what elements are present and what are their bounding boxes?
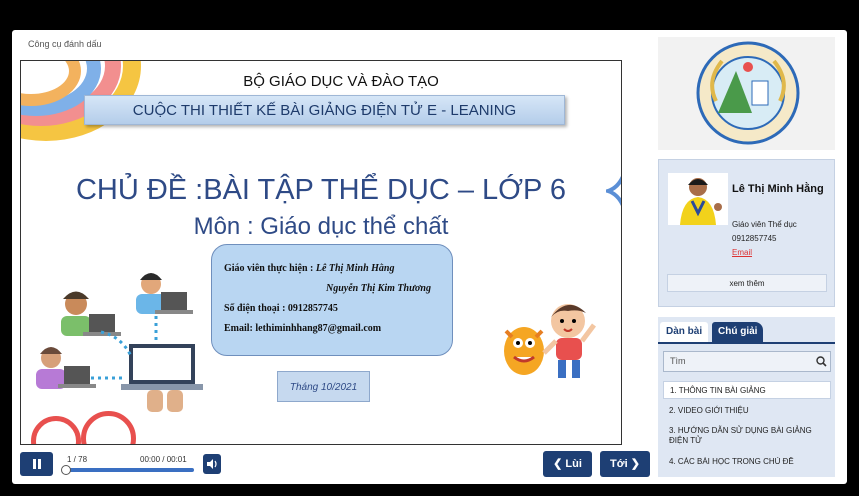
volume-button[interactable] [203, 454, 221, 474]
chevron-right-icon: ❯ [627, 458, 640, 470]
presenter-role: Giáo viên Thể dục [732, 220, 797, 229]
teacher-info-box: Giáo viên thực hiện : Lê Thị Minh Hằng N… [211, 244, 453, 356]
teacher-name-2: Nguyễn Thị Kim Thương [326, 283, 431, 294]
slide-counter: 1 / 78 [67, 455, 88, 464]
child-exercising-icon [542, 304, 596, 378]
time-display: 00:00 / 00:01 [140, 455, 187, 464]
sidebar: Lê Thị Minh Hằng Giáo viên Thể dục 09128… [658, 37, 835, 477]
decorative-arc [81, 411, 136, 444]
outline-panel: Dàn bài Chú giải Tìm 1. THÔNG TIN BÀI GI… [658, 317, 835, 477]
slide-canvas: BỘ GIÁO DỤC VÀ ĐÀO TẠO CUỘC THI THIẾT KẾ… [20, 60, 622, 445]
search-input[interactable]: Tìm [663, 351, 831, 372]
markup-tools-label[interactable]: Công cụ đánh dấu [28, 39, 102, 49]
next-button[interactable]: Tới ❯ [600, 451, 650, 477]
presenter-card: Lê Thị Minh Hằng Giáo viên Thể dục 09128… [658, 159, 835, 307]
phone-line: Số điện thoại : 0912857745 [224, 303, 338, 314]
online-learning-illustration [36, 273, 203, 412]
outline-item[interactable]: 3. HƯỚNG DẪN SỬ DỤNG BÀI GIẢNG ĐIỆN TỬ [663, 426, 813, 446]
subject-title: Môn : Giáo dục thể chất [193, 213, 449, 240]
slide-heading: BỘ GIÁO DỤC VÀ ĐÀO TẠO [243, 73, 439, 90]
prev-label: Lùi [565, 458, 582, 470]
player-controls: 1 / 78 00:00 / 00:01 ❮ Lùi Tới ❯ [20, 450, 650, 480]
progress-handle[interactable] [61, 465, 71, 475]
presenter-name: Lê Thị Minh Hằng [732, 183, 824, 195]
tab-divider [658, 342, 835, 344]
progress-track[interactable] [61, 465, 194, 475]
date-label: Tháng 10/2021 [277, 371, 370, 402]
monster-icon [504, 327, 544, 375]
teacher-name: Lê Thị Minh Hằng [315, 263, 395, 274]
cartoon-characters-illustration [504, 304, 596, 378]
presenter-phone: 0912857745 [732, 234, 777, 243]
player-window: Công cụ đánh dấu BỘ GIÁO DỤC VÀ ĐÀO TẠO … [12, 30, 847, 484]
outline-item[interactable]: 4. CÁC BÀI HỌC TRONG CHỦ ĐỀ [663, 457, 831, 467]
chevron-left-icon: ❮ [553, 458, 566, 470]
teacher-label: Giáo viên thực hiện : [224, 263, 316, 274]
search-icon[interactable] [816, 356, 827, 367]
school-logo-panel [658, 37, 835, 150]
speaker-icon [207, 459, 217, 469]
person-icon [61, 291, 121, 336]
tab-glossary[interactable]: Chú giải [712, 322, 764, 342]
pause-icon [32, 459, 41, 469]
presenter-email-link[interactable]: Email [732, 248, 752, 257]
see-more-button[interactable]: xem thêm [667, 274, 827, 292]
decorative-arc [31, 416, 81, 444]
outline-item[interactable]: 2. VIDEO GIỚI THIỆU [663, 406, 831, 416]
person-icon [136, 273, 193, 314]
person-icon [36, 347, 96, 389]
prev-button[interactable]: ❮ Lùi [543, 451, 592, 477]
outline-item[interactable]: 1. THÔNG TIN BÀI GIẢNG [663, 381, 831, 399]
topic-title: CHỦ ĐỀ :BÀI TẬP THỂ DỤC – LỚP 6 [75, 174, 567, 206]
next-label: Tới [610, 458, 628, 470]
email-line: Email: lethiminhhang87@gmail.com [224, 323, 382, 334]
laptop-icon [121, 344, 203, 412]
contest-title: CUỘC THI THIẾT KẾ BÀI GIẢNG ĐIỆN TỬ E - … [84, 95, 565, 125]
pause-button[interactable] [20, 452, 53, 476]
school-logo [696, 41, 800, 145]
presenter-photo [668, 173, 728, 225]
tab-outline[interactable]: Dàn bài [660, 322, 709, 342]
